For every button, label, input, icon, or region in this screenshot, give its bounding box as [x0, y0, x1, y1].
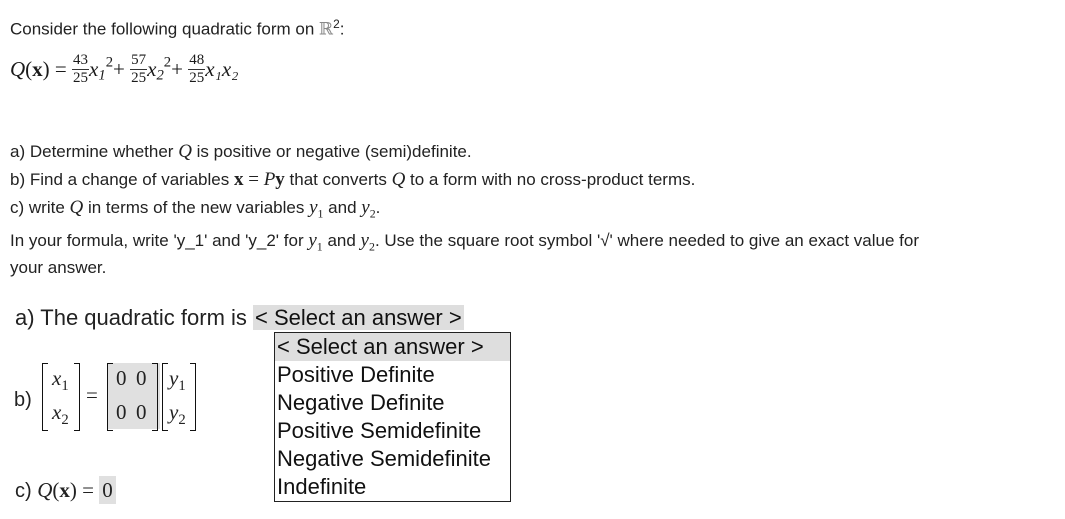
lhs-vector-left-bracket — [42, 363, 48, 431]
question-b: b) Find a change of variables x = Py tha… — [10, 169, 696, 190]
matrix-cell-21[interactable]: 0 — [116, 400, 127, 425]
lhs-x2: x2 — [52, 400, 69, 429]
part-c-label: c) — [15, 480, 32, 502]
rhs-y1: y1 — [169, 366, 186, 395]
question-c: c) write Q in terms of the new variables… — [10, 197, 381, 221]
instructions-line-1: In your formula, write 'y_1' and 'y_2' f… — [10, 230, 920, 254]
rhs-vector-left-bracket — [162, 363, 168, 431]
coef-2: 57 25 — [130, 52, 148, 86]
intro-line: Consider the following quadratic form on… — [10, 17, 345, 40]
matrix-right-bracket — [152, 363, 158, 431]
part-c-lhs: Q(x) = — [37, 478, 100, 502]
coef-3: 48 25 — [188, 52, 206, 86]
part-a-label: a) The quadratic form is — [15, 305, 254, 330]
quadratic-formula: Q(x) = 43 25 x12+ 57 25 x22+ 48 25 x₁x₂ — [10, 52, 239, 86]
lhs-x1: x1 — [52, 366, 69, 395]
definiteness-select[interactable]: < Select an answer > — [253, 305, 464, 330]
intro-colon: : — [339, 19, 345, 39]
real-space-symbol: ℝ — [319, 19, 334, 40]
q-y-answer-input[interactable]: 0 — [99, 476, 116, 504]
option-select-an-answer[interactable]: < Select an answer > — [275, 333, 510, 361]
term-1-var: x — [89, 57, 99, 81]
definiteness-dropdown-list[interactable]: < Select an answer > Positive Definite N… — [274, 332, 511, 502]
option-negative-definite[interactable]: Negative Definite — [275, 389, 510, 417]
part-c-row: c) Q(x) = 0 — [15, 476, 116, 504]
option-negative-semidefinite[interactable]: Negative Semidefinite — [275, 445, 510, 473]
matrix-cell-11[interactable]: 0 — [116, 366, 127, 391]
real-space-exponent: 2 — [333, 17, 340, 31]
lhs-vector-right-bracket — [74, 363, 80, 431]
rhs-vector-right-bracket — [190, 363, 196, 431]
coef-1: 43 25 — [72, 52, 90, 86]
equals-sign: = — [86, 383, 98, 407]
question-a: a) Determine whether Q is positive or ne… — [10, 141, 472, 162]
intro-text: Consider the following quadratic form on — [10, 19, 319, 39]
option-positive-semidefinite[interactable]: Positive Semidefinite — [275, 417, 510, 445]
rhs-y2: y2 — [169, 400, 186, 429]
instructions-line-2: your answer. — [10, 258, 107, 277]
matrix-cell-12[interactable]: 0 — [136, 366, 147, 391]
part-a-row: a) The quadratic form is < Select an ans… — [15, 305, 464, 331]
option-positive-definite[interactable]: Positive Definite — [275, 361, 510, 389]
matrix-cell-22[interactable]: 0 — [136, 400, 147, 425]
formula-lhs: Q — [10, 57, 26, 81]
matrix-left-bracket — [107, 363, 113, 431]
option-indefinite[interactable]: Indefinite — [275, 473, 510, 501]
part-b-label: b) — [14, 389, 32, 411]
term-3-var: x₁x₂ — [205, 57, 239, 81]
